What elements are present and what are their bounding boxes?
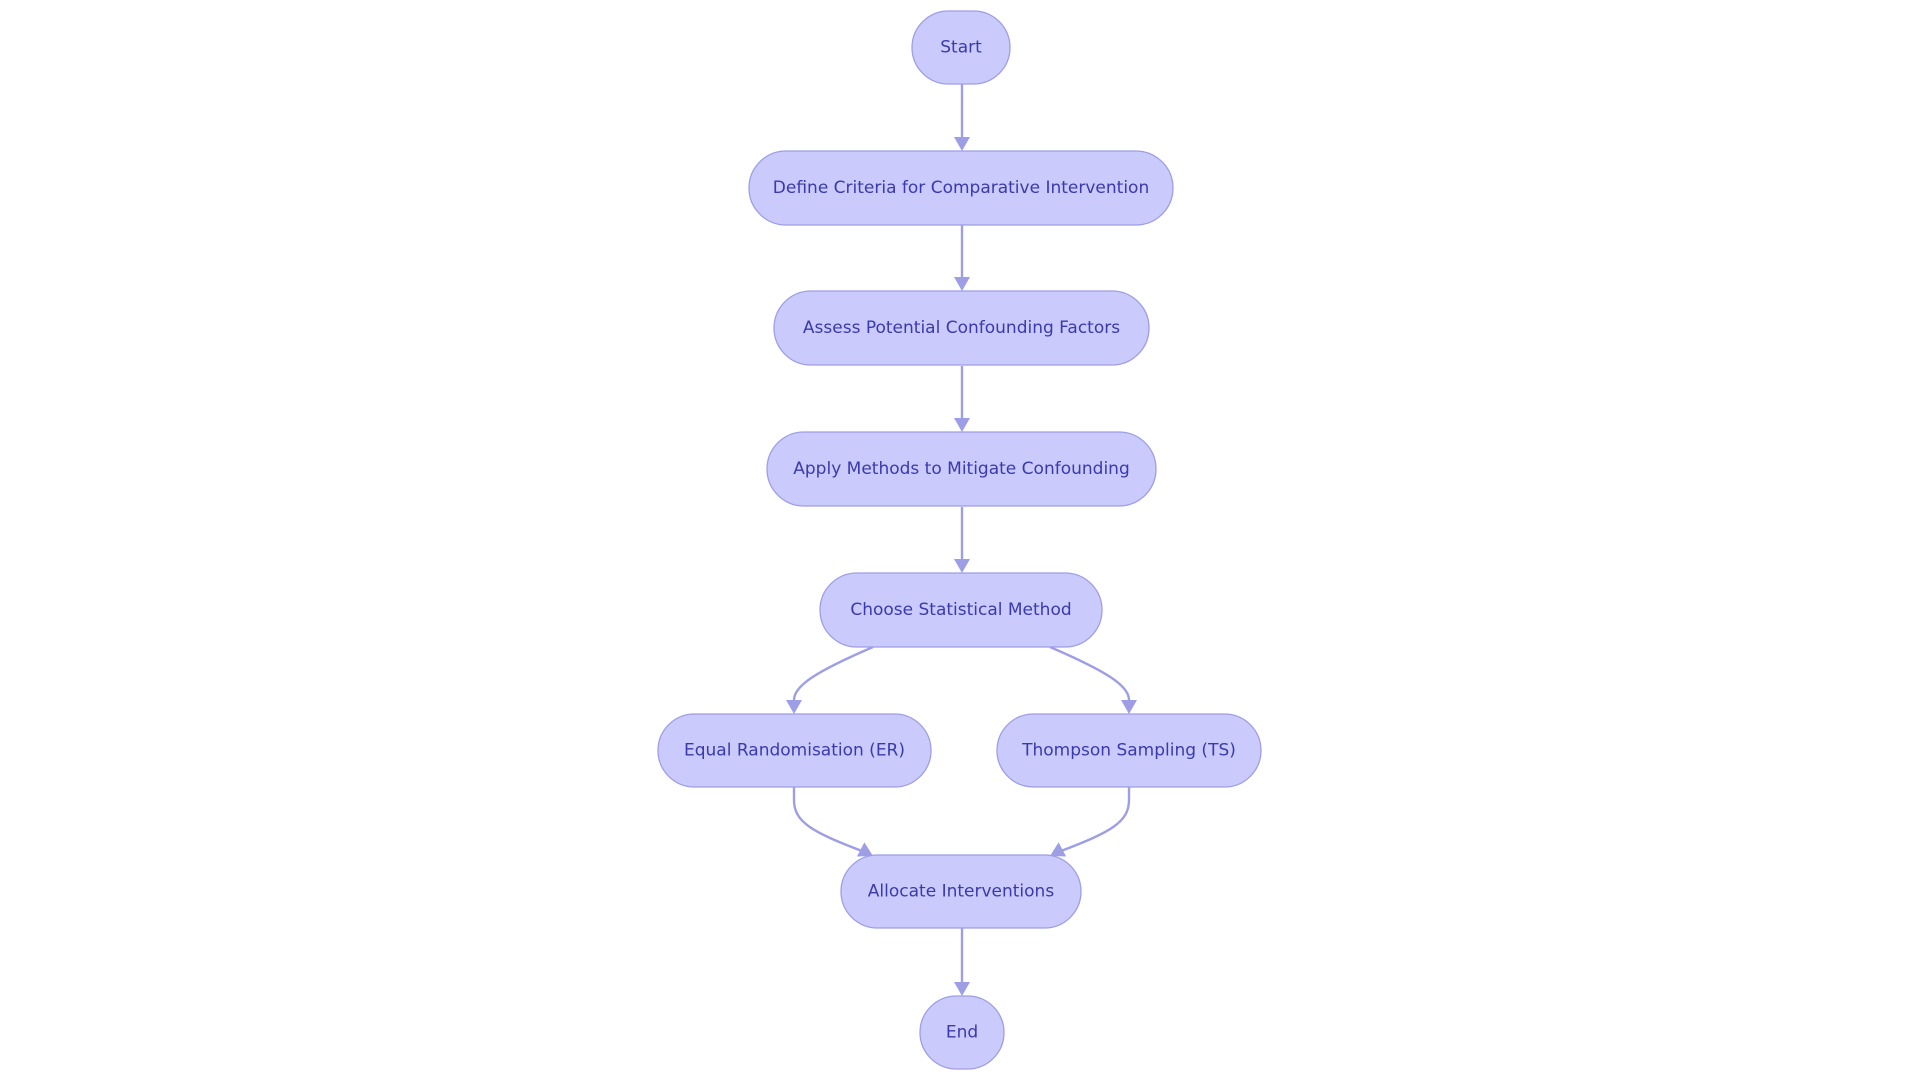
node-label: Apply Methods to Mitigate Confounding [793,459,1129,479]
arrowhead-icon [954,559,970,573]
edge-choose-er [792,645,874,703]
node-label: Allocate Interventions [868,882,1055,902]
node-end: End [919,995,1005,1070]
arrowhead-icon [1121,700,1137,714]
arrowhead-icon [954,137,970,151]
node-ts: Thompson Sampling (TS) [996,713,1262,788]
node-apply: Apply Methods to Mitigate Confounding [766,431,1157,507]
node-label: Define Criteria for Comparative Interven… [773,178,1149,198]
edge-ts-allocate [1060,787,1131,853]
arrowhead-icon [954,418,970,432]
node-label: End [946,1023,978,1043]
node-label: Choose Statistical Method [850,600,1071,620]
node-label: Equal Randomisation (ER) [684,741,905,761]
edge-choose-ts [1049,645,1131,703]
node-er: Equal Randomisation (ER) [657,713,932,788]
node-allocate: Allocate Interventions [840,854,1082,929]
edge-er-allocate [792,787,863,853]
arrowhead-icon [954,982,970,996]
node-label: Start [940,38,982,58]
node-choose: Choose Statistical Method [819,572,1103,648]
node-define: Define Criteria for Comparative Interven… [748,150,1174,226]
flowchart: Start Define Criteria for Comparative Int… [657,10,1262,1070]
node-start: Start [911,10,1011,85]
node-label: Thompson Sampling (TS) [1021,741,1236,761]
node-assess: Assess Potential Confounding Factors [773,290,1150,366]
arrowhead-icon [786,700,802,714]
arrowhead-icon [954,277,970,291]
node-label: Assess Potential Confounding Factors [803,318,1120,338]
